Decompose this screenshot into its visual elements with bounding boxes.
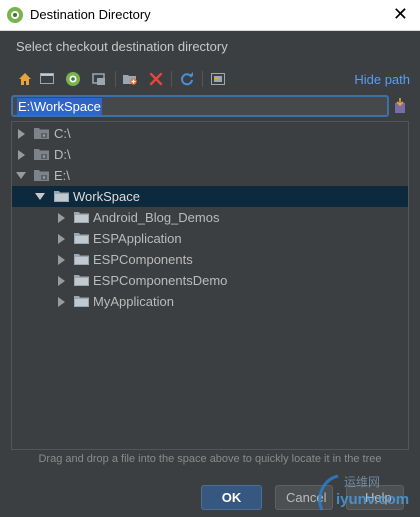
path-input[interactable]: E:\WorkSpace [11, 95, 389, 117]
module-icon[interactable] [89, 69, 109, 89]
path-history-icon[interactable] [393, 97, 409, 115]
folder-icon [74, 253, 90, 266]
tree-node-label: WorkSpace [73, 189, 140, 204]
delete-icon[interactable] [146, 69, 166, 89]
expand-arrow-icon[interactable] [58, 254, 65, 265]
expand-arrow-icon[interactable] [58, 296, 65, 307]
path-row: E:\WorkSpace [11, 95, 409, 119]
drive-icon [34, 148, 50, 161]
folder-icon [54, 190, 70, 203]
tree-node-label: Android_Blog_Demos [93, 210, 220, 225]
tree-node-espcomponentsdemo[interactable]: ESPComponentsDemo [12, 270, 408, 291]
folder-icon [74, 232, 90, 245]
toolbar-separator [115, 71, 116, 87]
refresh-icon[interactable] [177, 69, 197, 89]
expand-arrow-icon[interactable] [58, 233, 65, 244]
expand-arrow-icon[interactable] [18, 128, 25, 139]
expand-arrow-icon[interactable] [58, 212, 65, 223]
drive-icon [34, 127, 50, 140]
folder-icon [74, 274, 90, 287]
tree-node-label: ESPComponentsDemo [93, 273, 228, 288]
path-input-value: E:\WorkSpace [17, 97, 102, 115]
tree-node-espapplication[interactable]: ESPApplication [12, 228, 408, 249]
folder-icon [74, 211, 90, 224]
title-bar: Destination Directory ✕ [0, 0, 420, 31]
tree-node-myapplication[interactable]: MyApplication [12, 291, 408, 312]
tree-node-android-blog-demos[interactable]: Android_Blog_Demos [12, 207, 408, 228]
android-project-icon[interactable] [63, 69, 83, 89]
toolbar-separator [171, 71, 172, 87]
directory-tree[interactable]: C:\ D:\ E:\ WorkSpace Android_Blog_Demos [11, 121, 409, 450]
collapse-arrow-icon[interactable] [35, 193, 45, 200]
ok-button[interactable]: OK [201, 485, 262, 510]
tree-node-workspace[interactable]: WorkSpace [12, 186, 408, 207]
tree-node-label: ESPComponents [93, 252, 193, 267]
home-icon[interactable] [15, 69, 35, 89]
window-title: Destination Directory [30, 7, 151, 22]
tree-node-label: MyApplication [93, 294, 174, 309]
tree-node-espcomponents[interactable]: ESPComponents [12, 249, 408, 270]
tree-node-label: ESPApplication [93, 231, 182, 246]
tree-node-label: E:\ [54, 168, 70, 183]
expand-arrow-icon[interactable] [18, 149, 25, 160]
cancel-button[interactable]: Cancel [275, 485, 333, 510]
show-hidden-icon[interactable] [208, 69, 228, 89]
tree-node-e-drive[interactable]: E:\ [12, 165, 408, 186]
close-button[interactable]: ✕ [393, 4, 408, 25]
collapse-arrow-icon[interactable] [16, 172, 26, 179]
dialog-prompt: Select checkout destination directory [16, 39, 228, 54]
tree-node-c-drive[interactable]: C:\ [12, 123, 408, 144]
expand-arrow-icon[interactable] [58, 275, 65, 286]
folder-icon [74, 295, 90, 308]
help-button[interactable]: Help [346, 485, 404, 510]
hide-path-link[interactable]: Hide path [354, 72, 410, 87]
tree-node-label: D:\ [54, 147, 71, 162]
new-folder-icon[interactable] [120, 69, 140, 89]
tree-node-label: C:\ [54, 126, 71, 141]
tree-node-d-drive[interactable]: D:\ [12, 144, 408, 165]
android-studio-icon [7, 7, 23, 23]
drag-drop-hint: Drag and drop a file into the space abov… [38, 453, 382, 465]
desktop-icon[interactable] [37, 69, 57, 89]
toolbar [14, 68, 406, 90]
drive-icon [34, 169, 50, 182]
toolbar-separator [202, 71, 203, 87]
